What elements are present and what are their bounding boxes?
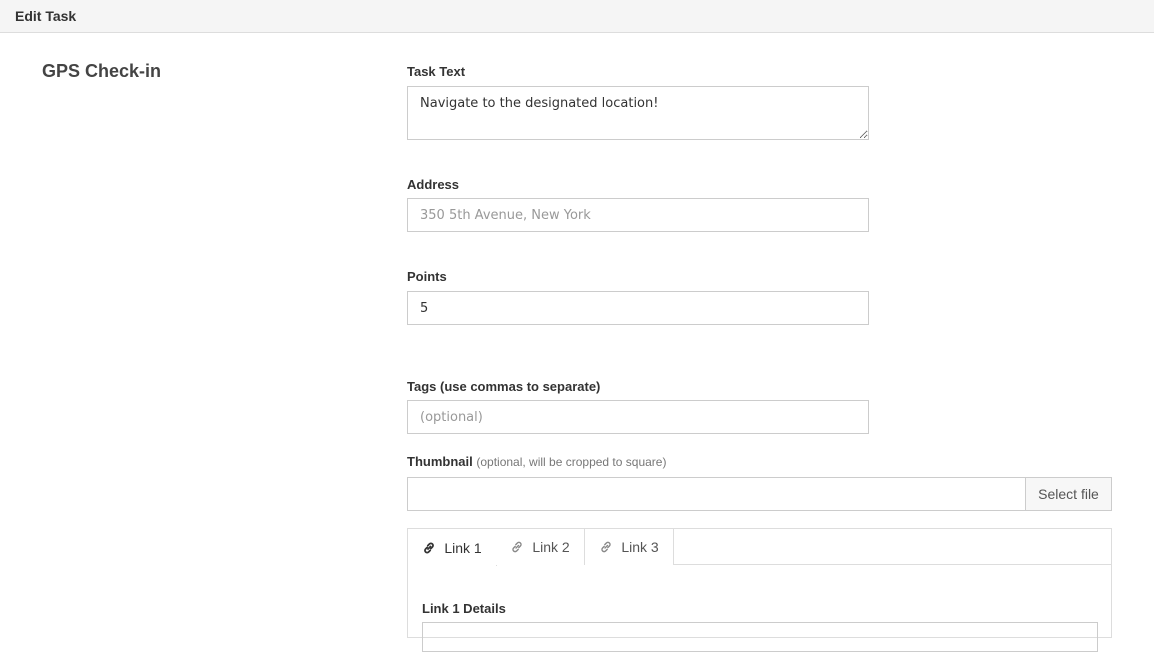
thumbnail-file-field[interactable]: Select file: [407, 477, 1112, 511]
select-file-button[interactable]: Select file: [1025, 478, 1111, 510]
links-panel: Link 1 Link 2 Link 3 Link 1 Details: [407, 528, 1112, 652]
thumbnail-label-text: Thumbnail: [407, 454, 473, 469]
page-title: Edit Task: [15, 8, 77, 24]
tab-link-1[interactable]: Link 1: [408, 529, 497, 566]
tab-link-3[interactable]: Link 3: [585, 529, 674, 565]
thumbnail-hint: (optional, will be cropped to square): [476, 455, 667, 469]
thumbnail-label: Thumbnail (optional, will be cropped to …: [407, 454, 666, 469]
tab-link-2[interactable]: Link 2: [496, 529, 585, 565]
link-icon: [422, 541, 436, 555]
task-type-title: GPS Check-in: [42, 61, 162, 81]
task-text-input[interactable]: Navigate to the designated location!: [407, 86, 869, 140]
address-input[interactable]: [407, 198, 869, 232]
task-text-label: Task Text: [407, 64, 466, 79]
link-icon: [510, 540, 524, 554]
link-icon: [599, 540, 613, 554]
links-tab-bar: Link 1 Link 2 Link 3: [408, 529, 1111, 566]
points-input[interactable]: [407, 291, 869, 325]
tab-label: Link 3: [621, 539, 659, 555]
tags-input[interactable]: [407, 400, 869, 434]
tab-label: Link 1: [444, 539, 482, 556]
header-bar: Edit Task: [0, 0, 1154, 33]
address-label: Address: [407, 177, 460, 192]
link-details-input[interactable]: [422, 622, 1098, 652]
points-label: Points: [407, 269, 447, 284]
tags-label: Tags (use commas to separate): [407, 379, 601, 394]
tab-label: Link 2: [532, 539, 570, 555]
link-details-label: Link 1 Details: [422, 601, 506, 616]
